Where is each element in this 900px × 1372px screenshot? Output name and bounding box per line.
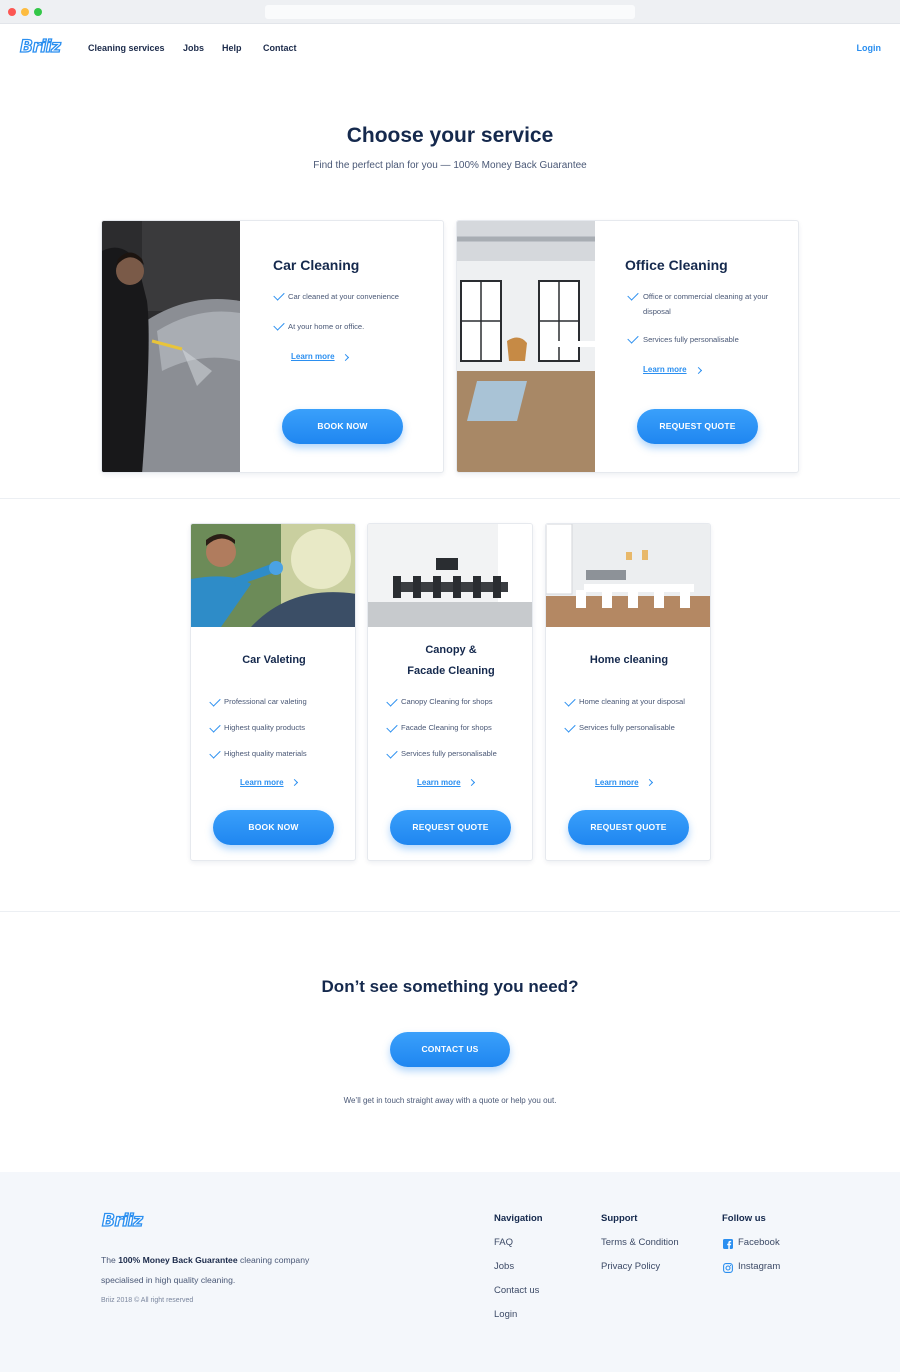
tagline-pre: The [101,1255,119,1265]
chevron-right-icon [467,778,476,787]
copyright-text: Briiz 2018 © All right reserved [101,1297,194,1304]
page-title: Choose your service [346,124,554,147]
card-title-line-1: Canopy & [425,644,477,656]
brand-logo[interactable]: Briiz [19,36,61,57]
service-card-canopy-facade: Canopy & Facade Cleaning Canopy Cleaning… [367,523,533,861]
instagram-icon[interactable] [723,1263,733,1273]
section-divider [0,498,900,499]
section-divider [0,911,900,912]
feature-text: Services fully personalisable [401,749,497,758]
service-card-home-cleaning: Home cleaning Home cleaning at your disp… [545,523,711,861]
footer-link-login[interactable]: Login [494,1309,517,1320]
site-header: Briiz Cleaning services Jobs Help Contac… [0,24,900,74]
chevron-right-icon [645,778,654,787]
card-title: Car Valeting [242,654,306,666]
feature-text: Services fully personalisable [579,723,675,732]
request-quote-button[interactable]: REQUEST QUOTE [568,810,689,845]
card-title: Car Cleaning [273,257,360,273]
footer-link-facebook[interactable]: Facebook [738,1237,780,1248]
service-card-car-cleaning: Car Cleaning Car cleaned at your conveni… [101,220,444,473]
canopy-facade-photo [368,524,532,627]
window-maximize-button[interactable] [34,8,42,16]
check-icon [273,289,285,301]
book-now-button[interactable]: BOOK NOW [213,810,334,845]
nav-help[interactable]: Help [222,43,242,53]
service-card-office-cleaning: Office Cleaning Office or commercial cle… [456,220,799,473]
home-cleaning-photo [546,524,710,627]
check-icon [564,721,576,733]
cta-text: We’ll get in touch straight away with a … [343,1096,557,1105]
chevron-right-icon [341,353,350,362]
card-title: Home cleaning [589,654,669,666]
book-now-button[interactable]: BOOK NOW [282,409,403,444]
check-icon [209,721,221,733]
footer-tagline: The 100% Money Back Guarantee cleaning c… [101,1250,341,1290]
address-bar[interactable] [265,5,635,19]
check-icon [273,319,285,331]
car-valeting-photo [191,524,355,627]
feature-text: Car cleaned at your convenience [288,292,400,301]
facebook-icon[interactable] [723,1239,733,1249]
nav-cleaning-services[interactable]: Cleaning services [88,43,165,53]
site-footer: Briiz The 100% Money Back Guarantee clea… [0,1172,900,1372]
feature-text: Home cleaning at your disposal [579,697,685,706]
office-cleaning-photo [457,221,595,472]
learn-more-link[interactable]: Learn more [240,778,284,787]
feature-text: Highest quality materials [224,749,307,758]
check-icon [209,695,221,707]
request-quote-button[interactable]: REQUEST QUOTE [390,810,511,845]
feature-text: Office or commercial cleaning at your di… [643,292,769,316]
feature-text: Professional car valeting [224,697,307,706]
car-cleaning-photo [102,221,240,472]
chevron-right-icon [694,366,703,375]
check-icon [564,695,576,707]
check-icon [627,289,639,301]
feature-text: Highest quality products [224,723,306,732]
check-icon [386,721,398,733]
learn-more-link[interactable]: Learn more [291,352,335,361]
feature-text: Facade Cleaning for shops [401,723,492,732]
footer-link-terms[interactable]: Terms & Condition [601,1237,679,1248]
learn-more-link[interactable]: Learn more [595,778,639,787]
service-card-car-valeting: Car Valeting Professional car valeting H… [190,523,356,861]
footer-link-contact-us[interactable]: Contact us [494,1285,539,1296]
browser-chrome [0,0,900,24]
footer-logo[interactable]: Briiz [101,1210,143,1231]
footer-support-title: Support [601,1213,638,1224]
window-minimize-button[interactable] [21,8,29,16]
feature-text: Canopy Cleaning for shops [401,697,493,706]
footer-follow-title: Follow us [722,1213,766,1224]
tagline-bold: 100% Money Back Guarantee [118,1255,238,1265]
check-icon [386,695,398,707]
cta-title: Don’t see something you need? [321,977,579,996]
card-title-line-2: Facade Cleaning [407,665,495,677]
chevron-right-icon [290,778,299,787]
check-icon [627,332,639,344]
window-close-button[interactable] [8,8,16,16]
page-subtitle: Find the perfect plan for you — 100% Mon… [313,160,587,171]
footer-link-jobs[interactable]: Jobs [494,1261,514,1272]
footer-nav-title: Navigation [494,1213,543,1224]
feature-text: Services fully personalisable [643,335,739,344]
feature-text: At your home or office. [288,322,365,331]
footer-link-faq[interactable]: FAQ [494,1237,513,1248]
footer-link-instagram[interactable]: Instagram [738,1261,780,1272]
nav-jobs[interactable]: Jobs [183,43,204,53]
learn-more-link[interactable]: Learn more [643,365,687,374]
contact-us-button[interactable]: CONTACT US [390,1032,510,1067]
request-quote-button[interactable]: REQUEST QUOTE [637,409,758,444]
footer-link-privacy[interactable]: Privacy Policy [601,1261,660,1272]
learn-more-link[interactable]: Learn more [417,778,461,787]
check-icon [209,747,221,759]
nav-contact[interactable]: Contact [263,43,297,53]
card-title: Office Cleaning [625,257,728,273]
login-link[interactable]: Login [857,43,882,53]
check-icon [386,747,398,759]
